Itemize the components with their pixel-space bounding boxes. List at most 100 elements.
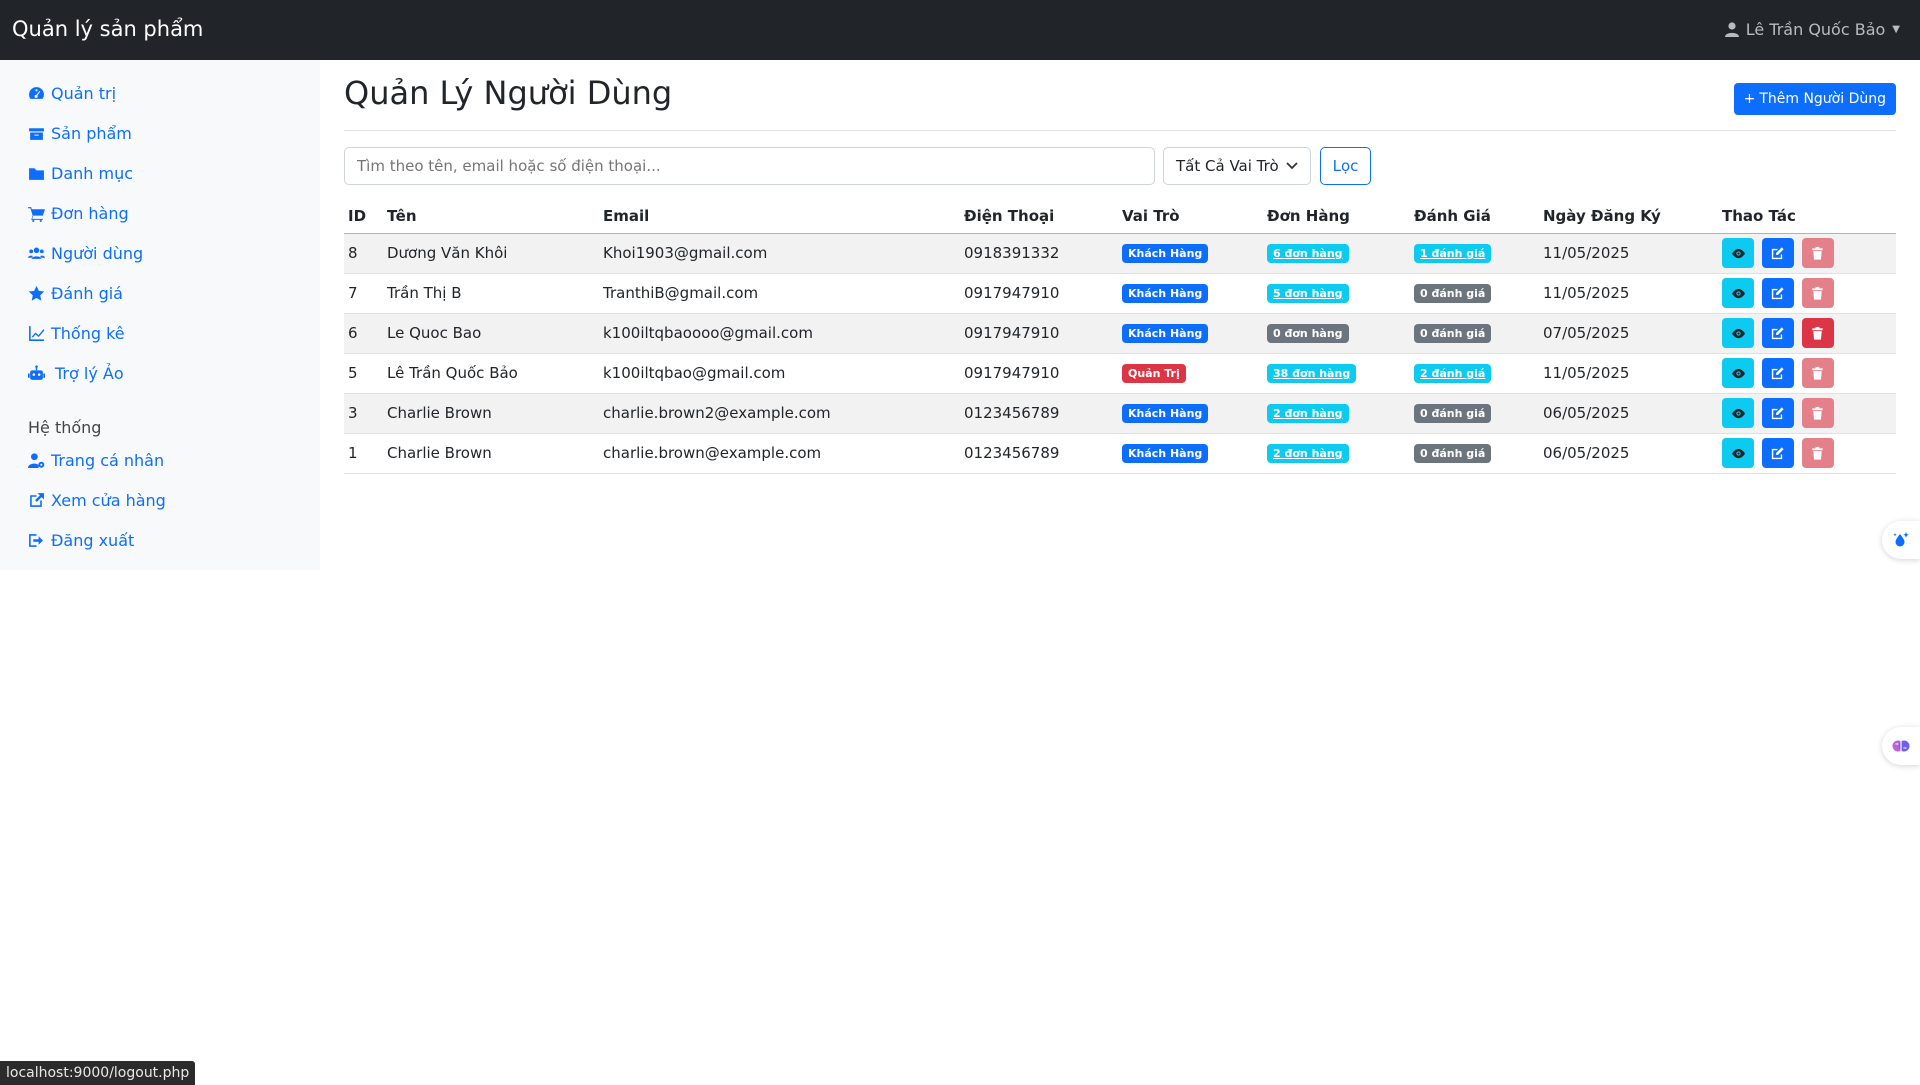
edit-button[interactable] [1761, 318, 1794, 348]
role-filter-select[interactable]: Tất Cả Vai Trò [1163, 147, 1311, 185]
view-button[interactable] [1722, 238, 1754, 268]
sidebar-item-label: Trợ lý Ảo [55, 364, 124, 383]
delete-button[interactable] [1801, 238, 1834, 268]
view-button[interactable] [1722, 278, 1754, 308]
eye-icon [1731, 448, 1745, 458]
ai-assistant-widget-button[interactable] [1882, 727, 1920, 765]
sidebar-item-products[interactable]: Sản phẩm [28, 124, 132, 143]
edit-icon [1772, 366, 1784, 379]
reviews-badge[interactable]: 0 đánh giá [1414, 283, 1492, 304]
cell-date: 07/05/2025 [1539, 313, 1718, 354]
navbar-brand[interactable]: Quản lý sản phẩm [12, 17, 203, 41]
title-divider [344, 130, 1896, 131]
cell-actions [1718, 393, 1896, 434]
accessibility-widget-button[interactable] [1882, 521, 1920, 559]
cell-orders: 5 đơn hàng [1263, 273, 1410, 314]
cell-reviews: 2 đánh giá [1410, 353, 1539, 394]
orders-badge[interactable]: 0 đơn hàng [1267, 323, 1349, 344]
add-user-button[interactable]: + Thêm Người Dùng [1733, 83, 1896, 115]
sidebar-item-dashboard[interactable]: Quản trị [28, 84, 116, 103]
sidebar-item-statistics[interactable]: Thống kê [28, 324, 125, 343]
reviews-badge[interactable]: 2 đánh giá [1414, 363, 1492, 384]
view-button[interactable] [1722, 398, 1754, 428]
box-icon [29, 128, 44, 140]
orders-badge[interactable]: 2 đơn hàng [1267, 403, 1349, 424]
sidebar-item-view-store[interactable]: Xem cửa hàng [28, 491, 166, 510]
cell-orders: 6 đơn hàng [1263, 233, 1410, 274]
view-button[interactable] [1722, 318, 1754, 348]
orders-badge[interactable]: 38 đơn hàng [1267, 363, 1357, 384]
sidebar-item-label: Quản trị [51, 84, 117, 103]
delete-button[interactable] [1801, 318, 1834, 348]
column-header: Điện Thoại [960, 200, 1118, 234]
role-badge: Khách Hàng [1122, 443, 1209, 464]
cell-name: Le Quoc Bao [383, 313, 599, 354]
users-icon [28, 247, 45, 259]
eye-icon [1731, 368, 1745, 378]
reviews-badge[interactable]: 1 đánh giá [1414, 243, 1492, 264]
cell-role: Khách Hàng [1118, 233, 1263, 274]
reviews-badge[interactable]: 0 đánh giá [1414, 403, 1492, 424]
orders-badge[interactable]: 2 đơn hàng [1267, 443, 1349, 464]
edit-button[interactable] [1761, 278, 1794, 308]
sidebar-item-logout[interactable]: Đăng xuất [28, 531, 134, 550]
sidebar-item-label: Đăng xuất [51, 531, 135, 550]
filter-button[interactable]: Lọc [1320, 147, 1371, 185]
cell-orders: 2 đơn hàng [1263, 393, 1410, 434]
cell-reviews: 0 đánh giá [1410, 273, 1539, 314]
table-row: 6 Le Quoc Bao k100iltqbaoooo@gmail.com 0… [344, 313, 1896, 354]
sidebar-item-label: Sản phẩm [51, 124, 132, 143]
table-row: 5 Lê Trần Quốc Bảo k100iltqbao@gmail.com… [344, 353, 1896, 394]
edit-icon [1772, 406, 1784, 419]
sidebar-item-orders[interactable]: Đơn hàng [28, 204, 129, 223]
users-table: ID Tên Email Điện Thoại Vai Trò Đơn Hàng… [344, 200, 1896, 474]
column-header: Ngày Đăng Ký [1539, 200, 1718, 234]
role-badge: Khách Hàng [1122, 323, 1209, 344]
user-gear-icon [28, 453, 45, 468]
edit-button[interactable] [1761, 398, 1794, 428]
chart-line-icon [29, 326, 45, 341]
edit-button[interactable] [1761, 238, 1794, 268]
dashboard-icon [29, 87, 44, 99]
delete-button[interactable] [1801, 358, 1834, 388]
sidebar-item-categories[interactable]: Danh mục [28, 164, 133, 183]
table-row: 8 Dương Văn Khôi Khoi1903@gmail.com 0918… [344, 233, 1896, 274]
orders-badge[interactable]: 6 đơn hàng [1267, 243, 1349, 264]
cell-actions [1718, 433, 1896, 474]
user-menu-dropdown[interactable]: Lê Trần Quốc Bảo ▼ [1724, 20, 1900, 39]
eye-icon [1731, 328, 1745, 338]
cell-actions [1718, 233, 1896, 274]
reviews-badge[interactable]: 0 đánh giá [1414, 323, 1492, 344]
brain-icon [1892, 740, 1910, 752]
delete-button[interactable] [1801, 278, 1834, 308]
user-icon [1724, 22, 1739, 37]
role-filter-value: Tất Cả Vai Trò [1176, 157, 1279, 175]
column-header: Đánh Giá [1410, 200, 1539, 234]
cell-name: Trần Thị B [383, 273, 599, 314]
view-button[interactable] [1722, 438, 1754, 468]
role-badge: Khách Hàng [1122, 283, 1209, 304]
sidebar-item-label: Xem cửa hàng [51, 491, 166, 510]
search-input[interactable] [344, 147, 1155, 185]
sidebar-item-users[interactable]: Người dùng [28, 244, 143, 263]
chevron-down-icon [1286, 162, 1298, 170]
cell-email: k100iltqbaoooo@gmail.com [599, 313, 960, 354]
sidebar-item-profile[interactable]: Trang cá nhân [28, 451, 164, 470]
reviews-badge[interactable]: 0 đánh giá [1414, 443, 1492, 464]
cell-role: Khách Hàng [1118, 393, 1263, 434]
edit-button[interactable] [1761, 438, 1794, 468]
cell-id: 7 [344, 273, 383, 314]
table-row: 7 Trần Thị B TranthiB@gmail.com 09179479… [344, 273, 1896, 314]
cell-phone: 0123456789 [960, 433, 1118, 474]
table-row: 1 Charlie Brown charlie.brown@example.co… [344, 433, 1896, 474]
sidebar-item-label: Trang cá nhân [51, 451, 165, 470]
delete-button[interactable] [1801, 398, 1834, 428]
sidebar-item-reviews[interactable]: Đánh giá [28, 284, 123, 303]
delete-button[interactable] [1801, 438, 1834, 468]
edit-icon [1772, 246, 1784, 259]
orders-badge[interactable]: 5 đơn hàng [1267, 283, 1349, 304]
edit-button[interactable] [1761, 358, 1794, 388]
view-button[interactable] [1722, 358, 1754, 388]
sidebar-item-virtual-assistant[interactable]: Trợ lý Ảo [28, 364, 124, 383]
cell-name: Lê Trần Quốc Bảo [383, 353, 599, 394]
